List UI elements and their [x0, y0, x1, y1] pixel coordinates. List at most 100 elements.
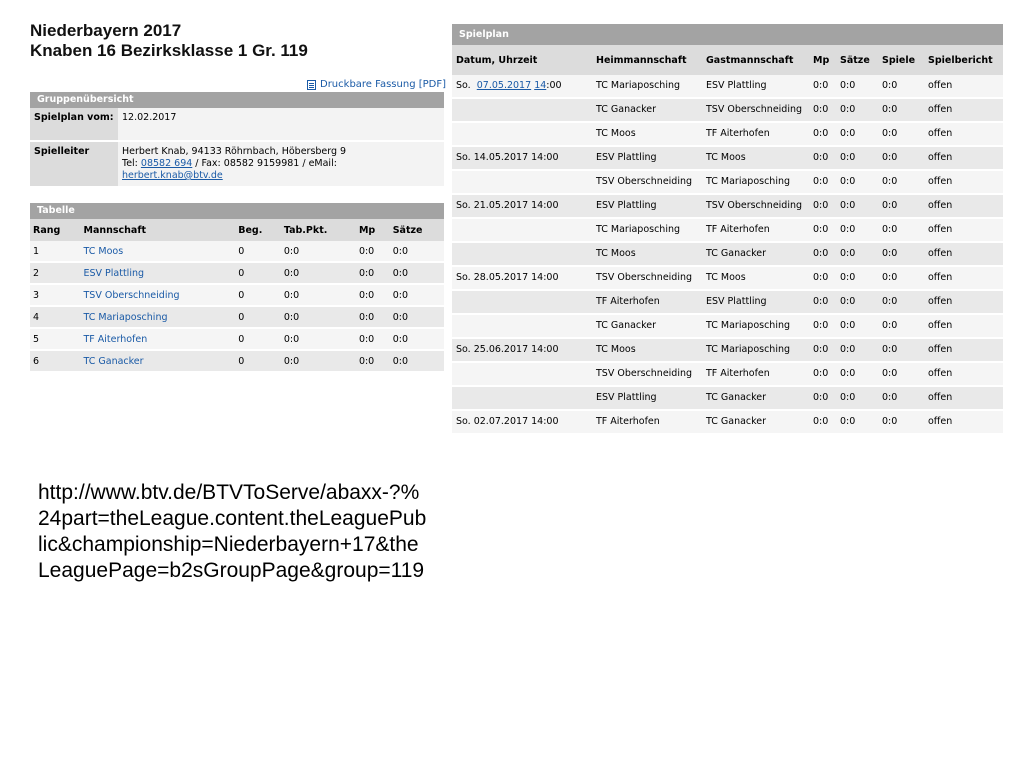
schedule-date-link[interactable]: So. 07.05.2017 14:00	[452, 75, 592, 99]
standings-cell: 0:0	[389, 241, 444, 263]
standings-row: 5 TF Aiterhofen 0 0:0 0:0 0:0	[30, 328, 444, 351]
schedule-col-header: Sätze	[836, 45, 878, 75]
schedule-cell-bericht: offen	[924, 98, 1003, 123]
schedule-cell-gast: TC Moos	[702, 266, 809, 291]
title-line-2: Knaben 16 Bezirksklasse 1 Gr. 119	[30, 41, 308, 60]
standings-cell: 0:0	[355, 306, 390, 329]
schedule-cell-saetze: 0:0	[836, 338, 878, 363]
standings-cell: 0:0	[280, 284, 356, 307]
standings-cell: 5	[30, 328, 81, 351]
team-link[interactable]: ESV Plattling	[80, 262, 236, 285]
schedule-cell-spiele: 0:0	[878, 338, 924, 363]
standings-header-row: Rang Mannschaft Beg. Tab.Pkt. Mp Sätze	[30, 219, 444, 241]
schedule-cell-heim: TC Ganacker	[592, 98, 702, 123]
schedule-cell-mp: 0:0	[809, 290, 836, 315]
standings-cell: 0:0	[389, 306, 444, 329]
schedule-col-header: Mp	[809, 45, 836, 75]
schedule-cell-datum	[452, 170, 592, 195]
schedule-cell-bericht: offen	[924, 314, 1003, 339]
standings-cell: 0	[235, 328, 281, 351]
schedule-cell-gast: TF Aiterhofen	[702, 122, 809, 147]
team-link[interactable]: TF Aiterhofen	[80, 328, 236, 351]
schedule-heading: Spielplan	[452, 24, 1003, 45]
schedule-cell-saetze: 0:0	[836, 410, 878, 435]
schedule-cell-heim: TC Mariaposching	[592, 218, 702, 243]
spielplan-vom-value: 12.02.2017	[118, 108, 444, 142]
schedule-cell-heim: TSV Oberschneiding	[592, 266, 702, 291]
email-link[interactable]: herbert.knab@btv.de	[122, 170, 440, 182]
standings-cell: 0:0	[280, 328, 356, 351]
schedule-cell-heim: TSV Oberschneiding	[592, 170, 702, 195]
schedule-header-row: Datum, Uhrzeit Heimmannschaft Gastmannscha…	[452, 45, 1003, 75]
schedule-row: So. 28.05.2017 14:00 TSV Oberschneiding TC…	[452, 266, 1003, 291]
schedule-row: So. 07.05.2017 14:00 TC Mariaposching ESV …	[452, 75, 1003, 99]
tel-link[interactable]: 08582 694	[141, 158, 192, 169]
tel-label: Tel:	[122, 158, 141, 169]
standings-cell: 0:0	[389, 284, 444, 307]
schedule-cell-bericht: offen	[924, 122, 1003, 147]
standings-cell: 3	[30, 284, 81, 307]
schedule-cell-mp: 0:0	[809, 386, 836, 411]
standings-cell: 2	[30, 262, 81, 285]
spielleiter-contact: Tel: 08582 694 / Fax: 08582 9159981 / eM…	[122, 158, 440, 170]
schedule-col-header: Spiele	[878, 45, 924, 75]
schedule-cell-datum: So. 25.06.2017 14:00	[452, 338, 592, 363]
schedule-cell-spiele: 0:0	[878, 218, 924, 243]
schedule-row: TSV Oberschneiding TC Mariaposching 0:0 0:0…	[452, 170, 1003, 195]
schedule-cell-saetze: 0:0	[836, 194, 878, 219]
schedule-row: TF Aiterhofen ESV Plattling 0:0 0:0 0:0 offen	[452, 290, 1003, 315]
schedule-cell-datum	[452, 290, 592, 315]
date-link[interactable]: 07.05.2017	[477, 80, 531, 91]
page-title: Niederbayern 2017 Knaben 16 Bezirksklass…	[30, 21, 450, 61]
team-link[interactable]: TC Ganacker	[80, 350, 236, 373]
schedule-cell-gast: ESV Plattling	[702, 75, 809, 99]
standings-cell: 0:0	[355, 328, 390, 351]
spielleiter-name: Herbert Knab, 94133 Röhrnbach, Höbersber…	[122, 146, 347, 157]
standings-heading: Tabelle	[30, 203, 444, 219]
print-pdf-label: Druckbare Fassung [PDF]	[320, 79, 447, 90]
team-link[interactable]: TSV Oberschneiding	[80, 284, 236, 307]
schedule-row: So. 21.05.2017 14:00 ESV Plattling TSV Obe…	[452, 194, 1003, 219]
schedule-cell-datum: So. 02.07.2017 14:00	[452, 410, 592, 435]
standings-cell: 0:0	[355, 350, 390, 373]
schedule-cell-spiele: 0:0	[878, 266, 924, 291]
schedule-cell-saetze: 0:0	[836, 98, 878, 123]
schedule-panel: Spielplan Datum, Uhrzeit Heimmannschaft Ga…	[452, 24, 1003, 435]
schedule-cell-bericht: offen	[924, 242, 1003, 267]
schedule-cell-datum	[452, 362, 592, 387]
schedule-cell-mp: 0:0	[809, 242, 836, 267]
schedule-cell-spiele: 0:0	[878, 410, 924, 435]
schedule-cell-mp: 0:0	[809, 146, 836, 171]
time-link[interactable]: 14	[534, 80, 546, 91]
team-link[interactable]: TC Moos	[80, 241, 236, 263]
standings-cell: 0:0	[389, 350, 444, 373]
schedule-cell-bericht: offen	[924, 146, 1003, 171]
standings-cell: 0:0	[355, 284, 390, 307]
standings-cell: 0	[235, 306, 281, 329]
schedule-table: Datum, Uhrzeit Heimmannschaft Gastmannscha…	[452, 45, 1003, 435]
standings-cell: 0	[235, 284, 281, 307]
spielleiter-label: Spielleiter	[30, 141, 118, 188]
schedule-cell-heim: TSV Oberschneiding	[592, 362, 702, 387]
schedule-cell-datum	[452, 386, 592, 411]
schedule-cell-bericht: offen	[924, 194, 1003, 219]
schedule-cell-heim: TC Ganacker	[592, 314, 702, 339]
schedule-cell-heim: TF Aiterhofen	[592, 290, 702, 315]
schedule-cell-spiele: 0:0	[878, 242, 924, 267]
team-link[interactable]: TC Mariaposching	[80, 306, 236, 329]
schedule-cell-bericht: offen	[924, 75, 1003, 99]
schedule-cell-mp: 0:0	[809, 122, 836, 147]
standings-cell: 0	[235, 241, 281, 263]
schedule-row: TC Moos TF Aiterhofen 0:0 0:0 0:0 offen	[452, 122, 1003, 147]
schedule-cell-saetze: 0:0	[836, 170, 878, 195]
title-line-1: Niederbayern 2017	[30, 21, 182, 40]
spielplan-vom-label: Spielplan vom:	[30, 108, 118, 142]
standings-cell: 0:0	[280, 350, 356, 373]
standings-cell: 0:0	[355, 241, 390, 263]
standings-row: 2 ESV Plattling 0 0:0 0:0 0:0	[30, 262, 444, 285]
schedule-cell-spiele: 0:0	[878, 194, 924, 219]
schedule-col-header: Spielbericht	[924, 45, 1003, 75]
standings-col-header: Beg.	[235, 219, 281, 241]
print-pdf-link[interactable]: Druckbare Fassung [PDF]	[307, 79, 446, 90]
schedule-cell-mp: 0:0	[809, 170, 836, 195]
